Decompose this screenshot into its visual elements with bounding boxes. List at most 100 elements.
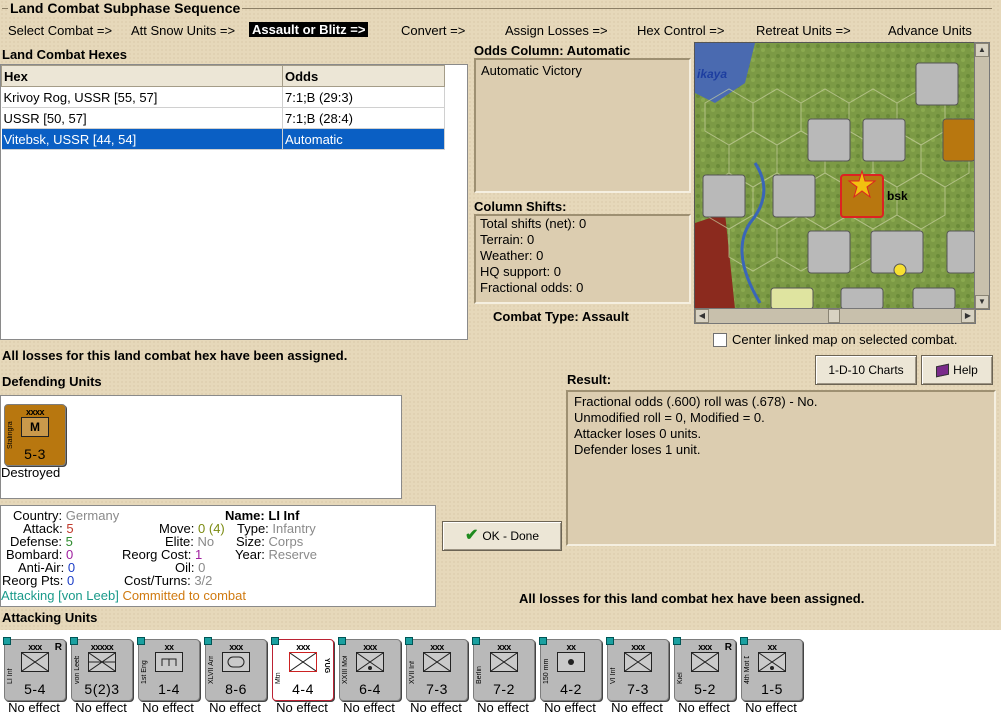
map-label-bsk: bsk [887, 189, 908, 203]
scroll-thumb[interactable] [828, 309, 840, 323]
table-row-selected[interactable]: Vitebsk, USSR [44, 54] Automatic [1, 128, 445, 150]
unit-name: XXIII Mot [342, 656, 349, 684]
unit-size: xx [164, 642, 174, 652]
map-label-ikaya: ikaya [697, 67, 727, 81]
odds-column-label: Odds Column: Automatic [474, 43, 631, 58]
attacking-unit-counter[interactable]: xx 150 mm 4-2 [539, 637, 602, 701]
step-assault-or-blitz[interactable]: Assault or Blitz => [249, 22, 369, 37]
map-canvas: ikaya bsk [695, 43, 975, 309]
result-line: Defender loses 1 unit. [574, 442, 701, 457]
attacking-unit-counter[interactable]: xxx XXIII Mot 6-4 [338, 637, 401, 701]
hex-cell: USSR [50, 57] [1, 107, 283, 129]
unit-size: xxx [229, 642, 243, 652]
unit-size: xx [767, 642, 777, 652]
mil-unit-symbol-icon [490, 652, 518, 672]
scroll-up-arrow-icon[interactable]: ▲ [975, 43, 989, 57]
arm-unit-symbol-icon [222, 652, 250, 672]
table-row[interactable]: Krivoy Rog, USSR [55, 57] 7:1;B (29:3) [1, 86, 445, 108]
combat-type: Combat Type: Assault [493, 309, 629, 324]
unit-details-panel: Country: Germany Attack: 5 Defense: 5 Bo… [0, 505, 436, 607]
attacking-unit-counter[interactable]: xxx Berlin 7-2 [472, 637, 535, 701]
step-convert[interactable]: Convert => [401, 23, 465, 38]
inf-unit-symbol-icon [423, 652, 451, 672]
attacking-unit-counter[interactable]: xxx VI Inf 7-3 [606, 637, 669, 701]
odds-column-box: Automatic Victory [474, 58, 691, 193]
step-select-combat[interactable]: Select Combat => [8, 23, 112, 38]
column-header-hex[interactable]: Hex [1, 65, 283, 87]
attacking-unit-counter[interactable]: xxx XLVII Arm 8-6 [204, 637, 267, 701]
charts-button[interactable]: 1-D-10 Charts [815, 355, 917, 385]
odds-cell: 7:1;B (28:4) [282, 107, 445, 129]
unit-strength: 7-2 [493, 681, 515, 697]
attacking-unit-result: No effect [276, 700, 328, 715]
odds-cell: Automatic [282, 128, 445, 150]
result-line: Unmodified roll = 0, Modified = 0. [574, 410, 765, 425]
unit-strength: 1-5 [761, 681, 783, 697]
hq-unit-symbol-icon [88, 652, 116, 672]
step-assign-losses[interactable]: Assign Losses => [505, 23, 608, 38]
land-combat-hexes-label: Land Combat Hexes [2, 47, 127, 62]
step-retreat-units[interactable]: Retreat Units => [756, 23, 851, 38]
attacking-unit-counter[interactable]: xxx LI Inf R 5-4 [3, 637, 66, 701]
unit-size: xxx [363, 642, 377, 652]
unit-name: Mtn [275, 672, 282, 684]
unit-size: xxx [430, 642, 444, 652]
attacking-unit-result: No effect [410, 700, 462, 715]
attacking-units-label: Attacking Units [2, 610, 98, 625]
scroll-left-arrow-icon[interactable]: ◀ [695, 309, 709, 323]
map-vertical-scrollbar[interactable]: ▲ ▼ [974, 42, 990, 310]
help-button[interactable]: Help [921, 355, 993, 385]
center-map-label: Center linked map on selected combat. [732, 332, 958, 347]
cost-turns-value: 3/2 [194, 573, 213, 588]
shift-weather: Weather: 0 [480, 248, 544, 263]
linked-map[interactable]: ikaya bsk [694, 42, 976, 310]
attacking-unit-counter[interactable]: xxx Kiel R 5-2 [673, 637, 736, 701]
map-horizontal-scrollbar[interactable]: ◀ ▶ [694, 308, 976, 324]
year-label: Year: [235, 547, 265, 562]
reorg-pts-label: Reorg Pts: [2, 573, 64, 588]
scroll-down-arrow-icon[interactable]: ▼ [975, 295, 989, 309]
losses-assigned-message-bottom: All losses for this land combat hex have… [519, 591, 865, 606]
mot-unit-symbol-icon [758, 652, 786, 672]
attacking-unit-result: No effect [209, 700, 261, 715]
unit-name: 4th Mot Div [744, 656, 751, 684]
unit-name: 1st Eng [141, 660, 148, 684]
shift-total: Total shifts (net): 0 [480, 216, 587, 231]
unit-flag: R [724, 642, 732, 653]
ok-done-button[interactable]: ✔ OK - Done [442, 521, 562, 551]
defending-unit-counter[interactable]: xxxx Stalingrad M 5-3 [4, 404, 66, 466]
attacking-unit-counter[interactable]: xxx XVII Inf 7-3 [405, 637, 468, 701]
step-advance-units[interactable]: Advance Units [888, 23, 972, 38]
unit-name: XVII Inf [409, 661, 416, 684]
attacking-unit-counter[interactable]: xxx Mtn YUG 4-4 [271, 637, 334, 701]
unit-name: XLVII Arm [208, 656, 215, 684]
odds-text: Automatic Victory [481, 63, 582, 78]
attacking-unit-counter[interactable]: xx 1st Eng 1-4 [137, 637, 200, 701]
help-button-label: Help [953, 363, 978, 377]
unit-size: xxx [497, 642, 511, 652]
attacking-unit-result: No effect [343, 700, 395, 715]
attacking-unit-result: No effect [8, 700, 60, 715]
attacking-unit-counter[interactable]: xxxxx von Leeb 5(2)3 [70, 637, 133, 701]
unit-symbol-icon: M [21, 417, 49, 437]
country-value: Germany [65, 508, 120, 523]
inf-unit-symbol-icon [21, 652, 49, 672]
shift-terrain: Terrain: 0 [480, 232, 535, 247]
help-book-icon [936, 363, 950, 378]
attacking-unit-result: No effect [142, 700, 194, 715]
center-map-checkbox[interactable] [713, 333, 727, 347]
unit-flag: YUG [323, 658, 330, 674]
table-row[interactable]: USSR [50, 57] 7:1;B (28:4) [1, 107, 445, 129]
unit-name: Berlin [476, 666, 483, 684]
attacking-unit-counter[interactable]: xx 4th Mot Div 1-5 [740, 637, 803, 701]
unit-strength: 5-2 [694, 681, 716, 697]
losses-assigned-message: All losses for this land combat hex have… [2, 348, 348, 363]
column-header-odds[interactable]: Odds [282, 65, 445, 87]
step-hex-control[interactable]: Hex Control => [637, 23, 724, 38]
reorg-pts-value: 0 [67, 573, 75, 588]
step-att-snow-units[interactable]: Att Snow Units => [131, 23, 235, 38]
defending-units-box: xxxx Stalingrad M 5-3 Destroyed [0, 395, 402, 499]
scroll-right-arrow-icon[interactable]: ▶ [961, 309, 975, 323]
mot-unit-symbol-icon [356, 652, 384, 672]
subphase-title: Land Combat Subphase Sequence [8, 0, 243, 16]
